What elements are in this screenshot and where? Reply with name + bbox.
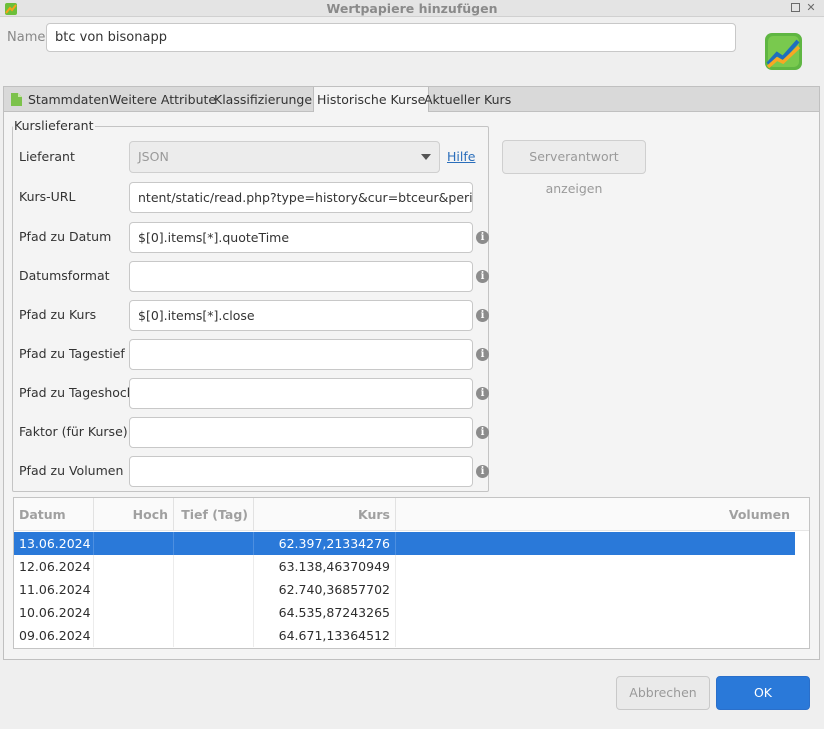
cell-volumen [396, 578, 795, 601]
cell-datum: 11.06.2024 [14, 578, 94, 601]
server-response-button[interactable]: Serverantwort anzeigen [502, 140, 646, 196]
cell-hoch [94, 601, 174, 624]
cell-kurs: 62.397,21334276 [254, 532, 396, 555]
table-row[interactable]: 13.06.2024 62.397,21334276 [14, 532, 795, 555]
cell-kurs: 62.740,36857702 [254, 578, 396, 601]
table-row[interactable]: 12.06.2024 63.138,46370949 [14, 555, 795, 578]
pfad-tagestief-input[interactable] [129, 339, 473, 370]
security-logo-icon [765, 33, 802, 70]
cell-tief [174, 532, 254, 555]
pfad-volumen-label: Pfad zu Volumen [19, 463, 124, 478]
datumsformat-input[interactable] [129, 261, 473, 292]
close-icon[interactable]: ✕ [805, 2, 817, 14]
price-table[interactable]: Datum Hoch (Tag) Tief (Tag) Kurs Volumen… [13, 497, 810, 649]
tab-bar: Stammdaten Weitere Attribute Klassifizie… [3, 86, 820, 113]
document-icon [11, 93, 22, 106]
tab-klassifizierungen[interactable]: Klassifizierungen [211, 87, 323, 112]
cell-datum: 12.06.2024 [14, 555, 94, 578]
title-bar: Wertpapiere hinzufügen ✕ [0, 0, 824, 17]
pfad-datum-input[interactable]: $[0].items[*].quoteTime [129, 222, 473, 253]
cell-tief [174, 555, 254, 578]
column-header-volumen[interactable]: Volumen [396, 498, 795, 531]
info-icon[interactable]: i [476, 465, 489, 478]
info-icon[interactable]: i [476, 231, 489, 244]
info-icon[interactable]: i [476, 348, 489, 361]
cell-tief [174, 601, 254, 624]
window-title: Wertpapiere hinzufügen [326, 1, 498, 16]
name-input[interactable]: btc von bisonapp [46, 23, 736, 52]
info-icon[interactable]: i [476, 309, 489, 322]
pfad-kurs-input[interactable]: $[0].items[*].close [129, 300, 473, 331]
cell-datum: 10.06.2024 [14, 601, 94, 624]
kurs-url-label: Kurs-URL [19, 189, 76, 204]
faktor-input[interactable] [129, 417, 473, 448]
lieferant-value: JSON [138, 149, 169, 164]
cell-hoch [94, 532, 174, 555]
cell-hoch [94, 555, 174, 578]
lieferant-select[interactable]: JSON [129, 141, 440, 173]
column-header-tief[interactable]: Tief (Tag) [174, 498, 254, 531]
cell-tief [174, 578, 254, 601]
pfad-kurs-label: Pfad zu Kurs [19, 307, 97, 322]
cell-datum: 09.06.2024 [14, 624, 94, 647]
name-label: Name [7, 30, 46, 45]
column-header-kurs[interactable]: Kurs [254, 498, 396, 531]
cell-volumen [396, 532, 795, 555]
cell-kurs: 64.671,13364512 [254, 624, 396, 647]
cell-datum: 13.06.2024 [14, 532, 94, 555]
datumsformat-label: Datumsformat [19, 268, 110, 283]
tab-weitere-attribute[interactable]: Weitere Attribute [106, 87, 219, 112]
pfad-tageshoch-label: Pfad zu Tageshoch [19, 385, 135, 400]
table-row[interactable]: 10.06.2024 64.535,87243265 [14, 601, 795, 624]
cell-tief [174, 624, 254, 647]
group-title: Kurslieferant [13, 118, 95, 133]
cell-kurs: 63.138,46370949 [254, 555, 396, 578]
table-row[interactable]: 09.06.2024 64.671,13364512 [14, 624, 795, 647]
info-icon[interactable]: i [476, 426, 489, 439]
column-header-datum[interactable]: Datum [14, 498, 94, 531]
pfad-tageshoch-input[interactable] [129, 378, 473, 409]
faktor-label: Faktor (für Kurse) [19, 424, 128, 439]
tab-label: Stammdaten [28, 92, 109, 107]
help-link[interactable]: Hilfe [447, 149, 475, 164]
cell-volumen [396, 624, 795, 647]
pfad-datum-label: Pfad zu Datum [19, 229, 112, 244]
ok-button[interactable]: OK [716, 676, 810, 710]
tab-historische-kurse[interactable]: Historische Kurse [313, 87, 430, 113]
chevron-down-icon [421, 154, 431, 160]
cell-hoch [94, 578, 174, 601]
kurs-url-input[interactable]: ntent/static/read.php?type=history&cur=b… [129, 182, 473, 213]
cell-volumen [396, 601, 795, 624]
table-row[interactable]: 11.06.2024 62.740,36857702 [14, 578, 795, 601]
info-icon[interactable]: i [476, 387, 489, 400]
lieferant-label: Lieferant [19, 149, 75, 164]
info-icon[interactable]: i [476, 270, 489, 283]
pfad-volumen-input[interactable] [129, 456, 473, 487]
cancel-button[interactable]: Abbrechen [616, 676, 710, 710]
maximize-icon[interactable] [789, 2, 801, 14]
table-header: Datum Hoch (Tag) Tief (Tag) Kurs Volumen [14, 498, 809, 555]
tab-stammdaten[interactable]: Stammdaten [8, 87, 112, 112]
cell-kurs: 64.535,87243265 [254, 601, 396, 624]
table-scrollbar[interactable] [809, 531, 810, 649]
cell-hoch [94, 624, 174, 647]
cell-volumen [396, 555, 795, 578]
column-header-hoch[interactable]: Hoch (Tag) [94, 498, 174, 555]
tab-aktueller-kurs[interactable]: Aktueller Kurs [421, 87, 514, 112]
pfad-tagestief-label: Pfad zu Tagestief [19, 346, 125, 361]
